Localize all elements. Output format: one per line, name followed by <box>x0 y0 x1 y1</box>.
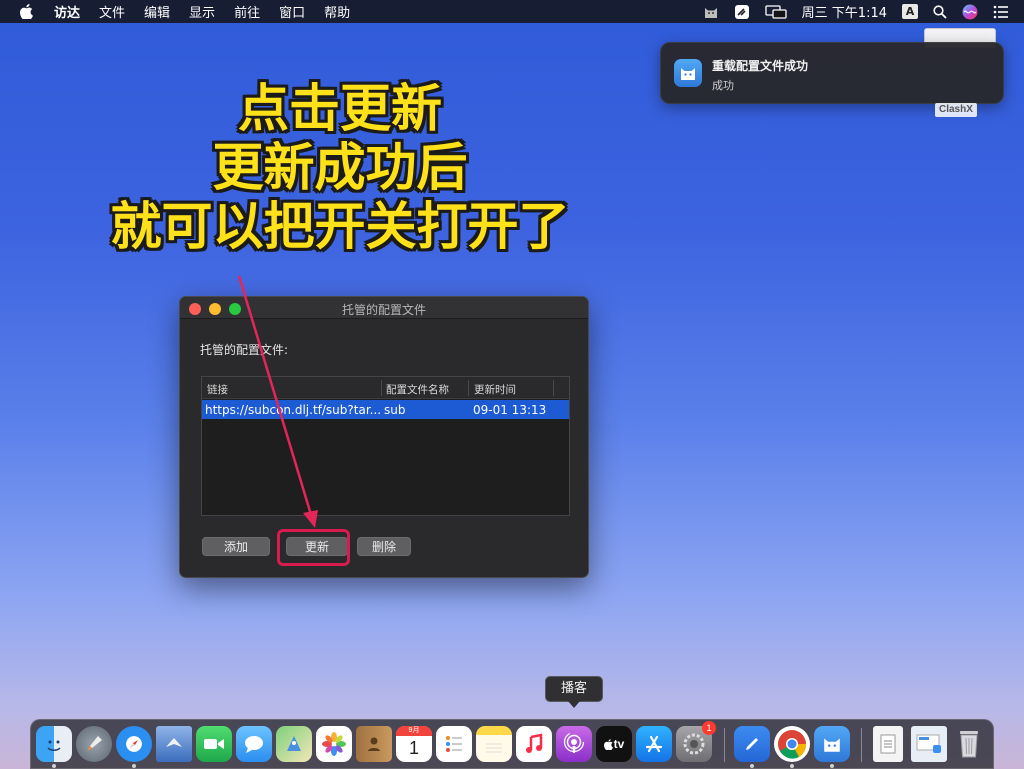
dock-tooltip: 播客 <box>545 676 603 702</box>
control-center-icon[interactable] <box>993 5 1009 19</box>
finder-icon[interactable] <box>36 726 72 762</box>
cell-name: sub <box>384 403 406 417</box>
calendar-icon[interactable]: 9月 1 <box>396 726 432 762</box>
dock-separator <box>724 728 725 762</box>
caption-line-1: 点击更新 <box>237 80 442 139</box>
screenshots-stack-icon[interactable] <box>911 726 947 762</box>
add-button[interactable]: 添加 <box>202 537 270 556</box>
photos-icon[interactable] <box>316 726 352 762</box>
calendar-day-label: 1 <box>408 738 419 758</box>
maps-icon[interactable] <box>276 726 312 762</box>
menu-edit[interactable]: 编辑 <box>144 2 170 21</box>
siri-icon[interactable] <box>962 4 978 20</box>
notification-body: 成功 <box>712 79 734 92</box>
input-source-indicator[interactable]: A <box>902 4 918 19</box>
table-row[interactable]: https://subcon.dlj.tf/sub?tar... sub 09-… <box>202 400 569 419</box>
clashx-tag: ClashX <box>935 103 977 117</box>
system-preferences-icon[interactable]: 1 <box>676 721 716 762</box>
column-header-name[interactable]: 配置文件名称 <box>386 382 449 397</box>
caption-line-2: 更新成功后 <box>212 139 468 198</box>
running-indicator <box>750 764 754 768</box>
cell-link: https://subcon.dlj.tf/sub?tar... <box>205 403 380 417</box>
notification-title: 重载配置文件成功 <box>712 59 809 73</box>
document-icon[interactable] <box>873 726 903 762</box>
apple-tv-icon[interactable]: tv <box>596 726 632 762</box>
delete-button[interactable]: 删除 <box>357 537 411 556</box>
apple-tv-label: tv <box>613 737 625 751</box>
config-table: 链接 配置文件名称 更新时间 https://subcon.dlj.tf/sub… <box>201 376 570 516</box>
contacts-icon[interactable] <box>356 726 392 762</box>
clashx-dock-icon[interactable] <box>814 726 850 762</box>
dock: 9月 1 tv 1 <box>30 719 994 769</box>
dock-tooltip-tail <box>568 701 580 708</box>
menu-go[interactable]: 前往 <box>234 2 260 21</box>
running-indicator <box>52 764 56 768</box>
reminders-icon[interactable] <box>436 726 472 762</box>
menu-window[interactable]: 窗口 <box>279 2 305 21</box>
calendar-month-label: 9月 <box>396 726 432 736</box>
menu-help[interactable]: 帮助 <box>324 2 350 21</box>
running-indicator <box>830 764 834 768</box>
cell-updated: 09-01 13:13 <box>473 403 547 417</box>
dock-separator <box>861 728 862 762</box>
lark-icon[interactable] <box>734 4 750 20</box>
caption-line-3: 就可以把开关打开了 <box>110 198 570 257</box>
managed-config-dialog: 托管的配置文件 托管的配置文件: 链接 配置文件名称 更新时间 https://… <box>179 296 589 578</box>
chrome-icon[interactable] <box>774 726 810 762</box>
table-header: 链接 配置文件名称 更新时间 <box>202 377 569 399</box>
instruction-caption: 点击更新 更新成功后 就可以把开关打开了 <box>40 80 640 257</box>
dialog-titlebar[interactable]: 托管的配置文件 <box>180 297 588 319</box>
app-store-icon[interactable] <box>636 726 672 762</box>
menu-bar: 访达 文件 编辑 显示 前往 窗口 帮助 周三 下午1:14 A <box>0 0 1024 23</box>
launchpad-icon[interactable] <box>76 726 112 762</box>
messages-icon[interactable] <box>236 726 272 762</box>
safari-icon[interactable] <box>116 726 152 762</box>
column-divider[interactable] <box>468 380 469 396</box>
section-label: 托管的配置文件: <box>200 343 289 357</box>
update-button-highlight <box>277 529 350 566</box>
running-indicator <box>790 764 794 768</box>
notification-badge: 1 <box>702 721 716 735</box>
spotlight-search-icon[interactable] <box>933 4 947 19</box>
music-icon[interactable] <box>516 726 552 762</box>
podcasts-icon[interactable] <box>556 726 592 762</box>
column-divider[interactable] <box>381 380 382 396</box>
facetime-icon[interactable] <box>196 726 232 762</box>
dialog-title: 托管的配置文件 <box>341 303 426 317</box>
notification-banner[interactable]: 重载配置文件成功 成功 <box>660 42 1004 104</box>
trash-icon[interactable] <box>951 726 987 762</box>
lark-app-icon[interactable] <box>734 726 770 762</box>
notes-icon[interactable] <box>476 726 512 762</box>
clashx-cat-icon[interactable] <box>703 4 719 20</box>
menubar-clock[interactable]: 周三 下午1:14 <box>802 2 887 21</box>
column-header-updated[interactable]: 更新时间 <box>474 382 516 397</box>
clashx-app-icon <box>674 59 702 87</box>
menu-view[interactable]: 显示 <box>189 2 215 21</box>
column-divider[interactable] <box>553 380 554 396</box>
menu-file[interactable]: 文件 <box>99 2 125 21</box>
column-header-link[interactable]: 链接 <box>207 382 228 397</box>
mail-stamp-icon[interactable] <box>156 726 192 762</box>
menu-finder[interactable]: 访达 <box>54 2 80 21</box>
running-indicator <box>132 764 136 768</box>
screen-mirroring-icon[interactable] <box>765 4 787 19</box>
apple-menu-icon[interactable] <box>18 4 34 20</box>
